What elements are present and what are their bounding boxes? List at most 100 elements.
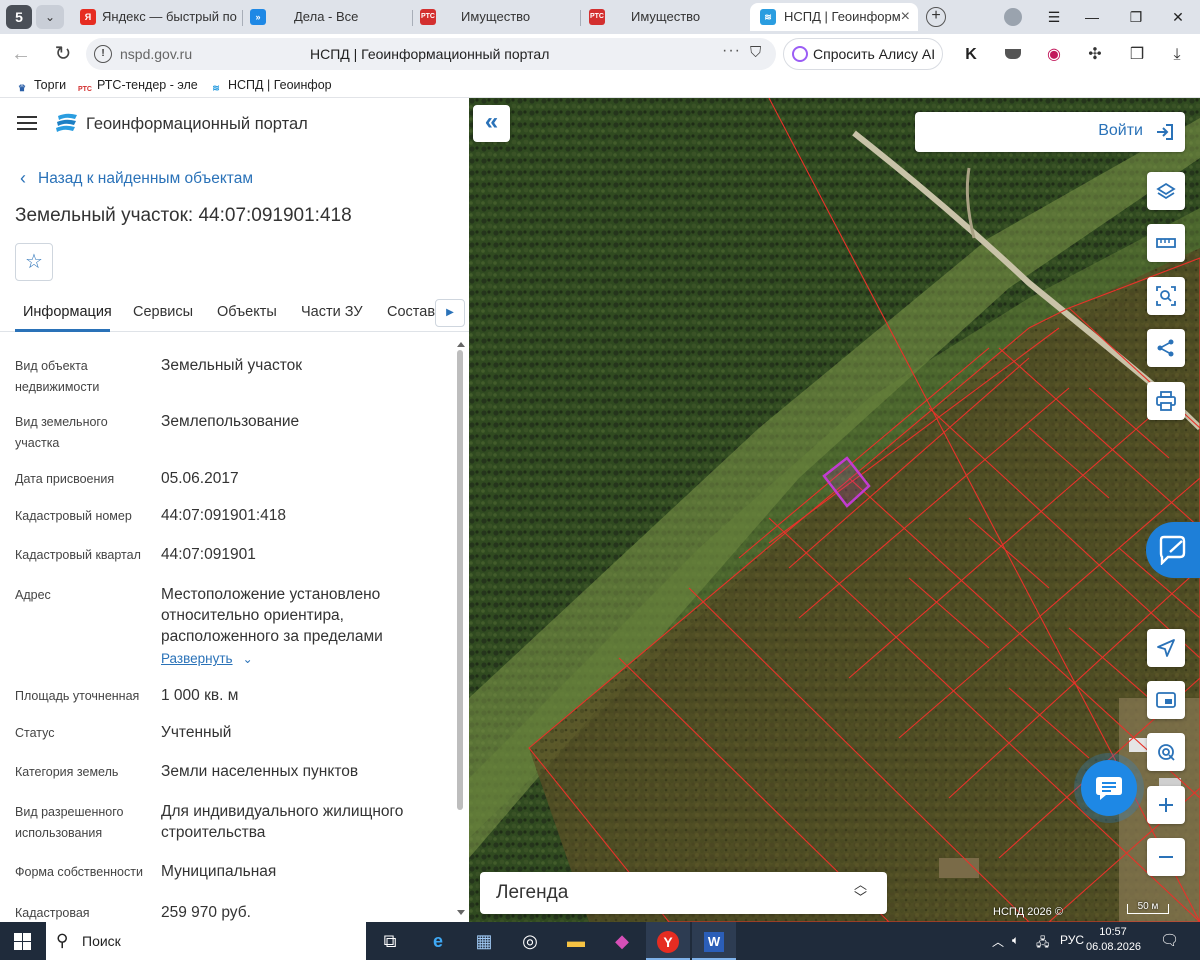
bookmark-rts-tender[interactable]: РТС РТС-тендер - эле (77, 78, 198, 97)
geolocation-button[interactable] (1147, 733, 1185, 771)
chevron-left-icon: ‹ (20, 168, 26, 188)
favorite-button[interactable]: ☆ (15, 243, 53, 281)
bookmark-nspd[interactable]: ≋ НСПД | Геоинфор (208, 78, 331, 95)
panel-scrollbar[interactable] (455, 338, 465, 922)
tab-servisy[interactable]: Сервисы (133, 304, 193, 320)
tab-title: Имущество (461, 9, 531, 24)
chat-button[interactable] (1081, 760, 1137, 816)
profile-avatar-icon[interactable] (1000, 0, 1026, 34)
field-label-status: Статус (15, 726, 55, 740)
reload-icon[interactable]: ↻ (50, 42, 76, 66)
double-chevron-left-icon: « (484, 108, 499, 135)
field-label-land-category: Категория земель (15, 765, 119, 779)
tab-list-dropdown[interactable]: ⌄ (36, 5, 64, 29)
word-icon[interactable]: W (692, 922, 736, 960)
site-info-icon[interactable]: ! (94, 45, 112, 63)
tab-obekty[interactable]: Объекты (217, 304, 277, 320)
back-arrow-icon[interactable]: ← (8, 42, 34, 66)
tab-informatsiya[interactable]: Информация (23, 304, 112, 320)
expand-label: Развернуть (161, 651, 233, 666)
browser-tab-imushchestvo-2[interactable]: РТС Имущество (589, 3, 745, 31)
ask-alice-button[interactable]: Спросить Алису AI (783, 38, 943, 70)
yandex-browser-icon[interactable]: Y (646, 922, 690, 960)
extensions-icon[interactable]: ✣ (1084, 44, 1106, 66)
kaspersky-icon[interactable]: K (960, 44, 982, 66)
system-clock[interactable]: 10:57 06.08.2026 (1086, 925, 1141, 955)
yandex-icon: Я (80, 9, 96, 25)
hamburger-menu-icon[interactable] (17, 116, 37, 130)
browser-tab-yandex[interactable]: Я Яндекс — быстрый по (80, 3, 240, 31)
browser-address-bar: ← ↻ ! nspd.gov.ru НСПД | Геоинформационн… (0, 34, 1200, 74)
tab-sostav[interactable]: Состав (387, 304, 435, 320)
bookmark-icon[interactable]: ⛉ (750, 44, 761, 61)
expand-collapse-icon[interactable]: ︿ ﹀ (854, 878, 867, 904)
bookmark-torgi[interactable]: ♛ Торги (14, 78, 66, 95)
expand-address-link[interactable]: Развернуть ⌄ (161, 651, 253, 666)
task-view-icon[interactable]: ⧉ (368, 922, 412, 960)
map-view[interactable]: « Войти Легенда ︿ ﹀ НСПД 2026 © 50 м (469, 98, 1200, 922)
extension-record-icon[interactable]: ◉ (1043, 44, 1065, 66)
taskbar-search-box[interactable]: ⚲ Поиск (46, 922, 366, 960)
new-tab-button[interactable]: + (926, 7, 946, 27)
locate-button[interactable] (1147, 629, 1185, 667)
zoom-out-button[interactable] (1147, 838, 1185, 876)
network-icon[interactable]: 🖧︎ (1036, 933, 1049, 954)
tab-title: Имущество (631, 9, 701, 24)
field-value-permitted-use: Для индивидуального жилищного строительст… (161, 803, 404, 841)
menu-icon[interactable]: ☰ (1042, 0, 1066, 34)
back-to-results-link[interactable]: ‹ Назад к найденным объектам (20, 168, 253, 189)
print-icon (1156, 391, 1176, 411)
browser-tab-imushchestvo-1[interactable]: РТС Имущество (420, 3, 580, 31)
close-window-icon[interactable]: ✕ (1166, 0, 1190, 34)
zoom-in-button[interactable] (1147, 786, 1185, 824)
print-button[interactable] (1147, 382, 1185, 420)
field-label-cadastral-quarter: Кадастровый квартал (15, 548, 141, 562)
object-info-panel: Геоинформационный портал ‹ Назад к найден… (0, 98, 469, 922)
restore-window-icon[interactable]: ❐ (1124, 0, 1148, 34)
field-label-address: Адрес (15, 588, 51, 602)
app-drop-icon[interactable]: ◆ (600, 922, 644, 960)
field-label-land-type: Вид земельного участка (15, 415, 108, 450)
tabs-scroll-right-button[interactable]: ▶ (435, 299, 465, 327)
file-explorer-icon[interactable]: ▬ (554, 922, 598, 960)
chevron-down-icon: ⌄ (242, 652, 253, 666)
tray-overflow-icon[interactable]: ︿ (992, 933, 1004, 950)
zoom-in-icon (1159, 798, 1173, 812)
select-area-button[interactable] (1147, 277, 1185, 315)
edge-browser-icon[interactable]: e (416, 922, 460, 960)
language-indicator[interactable]: РУС (1060, 933, 1084, 947)
close-tab-icon[interactable]: × (901, 3, 910, 31)
downloads-icon[interactable]: ⤓ (1166, 44, 1188, 66)
tab-counter-badge[interactable]: 5 (6, 5, 32, 29)
omnibox[interactable]: ! nspd.gov.ru НСПД | Геоинформационный п… (86, 38, 776, 70)
login-button[interactable]: Войти (915, 112, 1185, 152)
notifications-icon[interactable]: 🗨︎ (1160, 931, 1179, 949)
calculator-icon[interactable]: ▦ (462, 922, 506, 960)
scroll-up-arrow[interactable] (457, 342, 465, 347)
double-arrow-icon: » (250, 9, 266, 25)
share-button[interactable] (1147, 329, 1185, 367)
legend-panel[interactable]: Легенда ︿ ﹀ (480, 872, 887, 914)
layers-button[interactable] (1147, 172, 1185, 210)
portal-title: Геоинформационный портал (86, 115, 308, 133)
reader-icon[interactable] (1002, 44, 1024, 66)
minimize-icon[interactable]: — (1080, 0, 1104, 34)
scroll-down-arrow[interactable] (457, 910, 465, 915)
nspd-icon: ≋ (212, 83, 220, 93)
more-icon[interactable]: ··· (722, 42, 741, 60)
ruler-button[interactable] (1147, 224, 1185, 262)
collections-icon[interactable]: ❒ (1126, 44, 1148, 66)
remote-app-icon[interactable]: ◎ (508, 922, 552, 960)
scrollbar-thumb[interactable] (457, 350, 463, 810)
field-value-land-category: Земли населенных пунктов (161, 763, 359, 780)
browser-tab-dela[interactable]: » Дела - Все (250, 3, 410, 31)
field-label-permitted-use: Вид разрешенного использования (15, 805, 124, 840)
volume-muted-icon[interactable]: 🔈︎ (1012, 933, 1019, 948)
info-tabs: Информация Сервисы Объекты Части ЗУ Сост… (0, 288, 469, 332)
windows-start-icon[interactable] (14, 933, 31, 950)
feedback-button[interactable] (1146, 522, 1200, 578)
collapse-panel-button[interactable]: « (473, 105, 510, 142)
tab-chasti-zu[interactable]: Части ЗУ (301, 304, 363, 320)
minimap-button[interactable] (1147, 681, 1185, 719)
browser-tab-nspd[interactable]: ≋ НСПД | Геоинформ × (750, 3, 918, 31)
